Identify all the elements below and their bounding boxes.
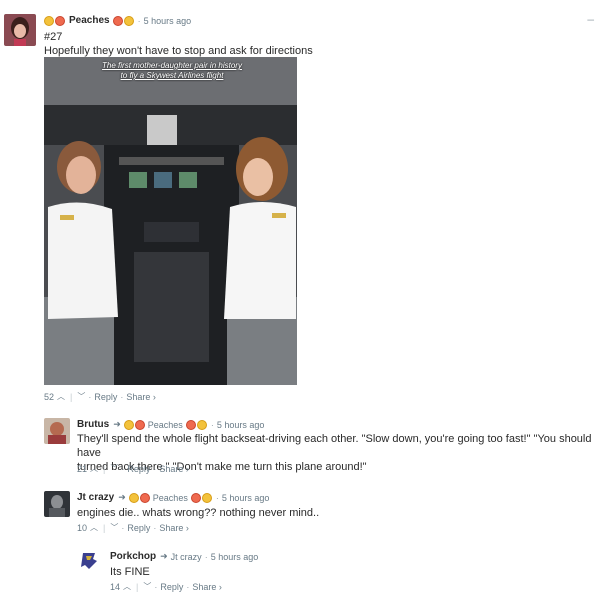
arrow-right-icon: ➜ <box>113 419 121 429</box>
share-button[interactable]: Share › <box>126 392 156 402</box>
vote-count: 14 <box>110 581 121 592</box>
separator-dot: · <box>120 391 124 402</box>
share-button[interactable]: Share › <box>192 582 222 592</box>
comment-header: Porkchop ➜ Jt crazy · 5 hours ago <box>110 551 258 562</box>
separator-dot: · <box>121 463 125 474</box>
heart-emoji-icon <box>134 419 145 430</box>
comment-line: They'll spend the whole flight backseat-… <box>77 433 592 459</box>
timestamp[interactable]: 5 hours ago <box>222 493 270 503</box>
vote-count: 52 <box>44 391 55 402</box>
username[interactable]: Jt crazy <box>77 492 114 503</box>
comment-actions: 52 ︿ | ﹀ · Reply · Share › <box>44 391 156 402</box>
avatar[interactable] <box>44 418 70 444</box>
vote-count: 10 <box>77 522 88 533</box>
chevron-up-icon[interactable]: ︿ <box>123 581 131 592</box>
avatar-image <box>4 14 36 46</box>
avatar-image <box>44 418 70 444</box>
reply-to-username[interactable]: Peaches <box>148 420 183 430</box>
chevron-down-icon[interactable]: ﹀ <box>110 522 118 533</box>
comment-text: #27 Hopefully they won't have to stop an… <box>44 30 313 58</box>
reply-button[interactable]: Reply <box>160 582 183 592</box>
separator-dot: · <box>154 581 158 592</box>
heart-emoji-icon <box>139 492 150 503</box>
comment-line: engines die.. whats wrong?? nothing neve… <box>77 507 320 519</box>
divider: | <box>103 463 106 474</box>
avatar[interactable] <box>4 14 36 46</box>
comment-actions: 14 ︿ | ﹀ · Reply · Share › <box>110 581 222 592</box>
reply-button[interactable]: Reply <box>127 523 150 533</box>
username[interactable]: Brutus <box>77 419 109 430</box>
smiley-emoji-icon <box>123 419 134 430</box>
chevron-down-icon[interactable]: ﹀ <box>77 391 85 402</box>
divider: | <box>136 581 139 592</box>
divider: | <box>103 522 106 533</box>
comment-actions: 10 ︿ | ﹀ · Reply · Share › <box>77 522 189 533</box>
separator-dot: · <box>210 419 214 430</box>
avatar-image <box>44 491 70 517</box>
timestamp[interactable]: 5 hours ago <box>217 420 265 430</box>
timestamp[interactable]: 5 hours ago <box>144 16 192 26</box>
heart-emoji-icon <box>55 15 65 26</box>
share-button[interactable]: Share › <box>159 464 189 474</box>
smiley-emoji-icon <box>128 492 139 503</box>
share-button[interactable]: Share › <box>159 523 189 533</box>
separator-dot: · <box>215 492 219 503</box>
caption-line: to fly a Skywest Airlines flight <box>120 71 224 80</box>
comment-line: #27 <box>44 31 63 43</box>
reply-button[interactable]: Reply <box>127 464 150 474</box>
separator-dot: · <box>121 522 125 533</box>
vote-count: 21 <box>77 463 88 474</box>
username[interactable]: Peaches <box>69 15 110 26</box>
divider: | <box>70 391 73 402</box>
chevron-down-icon[interactable]: ﹀ <box>143 581 151 592</box>
arrow-right-icon: ➜ <box>118 492 126 502</box>
caption-line: The first mother-daughter pair in histor… <box>102 61 242 70</box>
comment-text: engines die.. whats wrong?? nothing neve… <box>77 506 319 520</box>
collapse-icon[interactable]: – <box>587 12 594 26</box>
timestamp[interactable]: 5 hours ago <box>211 552 259 562</box>
chevron-down-icon[interactable]: ﹀ <box>110 463 118 474</box>
separator-dot: · <box>88 391 92 402</box>
separator-dot: · <box>137 15 141 26</box>
reply-button[interactable]: Reply <box>94 392 117 402</box>
username[interactable]: Porkchop <box>110 551 156 562</box>
chevron-up-icon[interactable]: ︿ <box>57 391 65 402</box>
separator-dot: · <box>153 463 157 474</box>
separator-dot: · <box>186 581 190 592</box>
heart-emoji-icon <box>112 15 123 26</box>
avatar[interactable] <box>77 549 101 573</box>
reply-to-username[interactable]: Peaches <box>153 493 188 503</box>
comment-text: Its FINE <box>110 565 150 579</box>
separator-dot: · <box>153 522 157 533</box>
comment-header: Jt crazy ➜ Peaches · 5 hours ago <box>77 492 269 503</box>
reply-to-username[interactable]: Jt crazy <box>171 552 202 562</box>
heart-emoji-icon <box>185 419 196 430</box>
comment-line: Hopefully they won't have to stop and as… <box>44 45 313 57</box>
smiley-emoji-icon <box>201 492 212 503</box>
smiley-emoji-icon <box>44 15 54 26</box>
avatar-image <box>77 549 101 573</box>
cockpit-photo <box>44 57 297 385</box>
separator-dot: · <box>204 551 208 562</box>
chevron-up-icon[interactable]: ︿ <box>90 463 98 474</box>
comment-header: Peaches · 5 hours ago <box>44 15 191 26</box>
chevron-up-icon[interactable]: ︿ <box>90 522 98 533</box>
comment-image[interactable]: The first mother-daughter pair in histor… <box>44 57 297 385</box>
image-caption: The first mother-daughter pair in histor… <box>72 61 272 81</box>
comment-header: Brutus ➜ Peaches · 5 hours ago <box>77 419 264 430</box>
smiley-emoji-icon <box>196 419 207 430</box>
comment-line: Its FINE <box>110 566 150 578</box>
avatar[interactable] <box>44 491 70 517</box>
smiley-emoji-icon <box>123 15 134 26</box>
comment-actions: 21 ︿ | ﹀ · Reply · Share › <box>77 463 189 474</box>
heart-emoji-icon <box>190 492 201 503</box>
arrow-right-icon: ➜ <box>160 551 168 561</box>
